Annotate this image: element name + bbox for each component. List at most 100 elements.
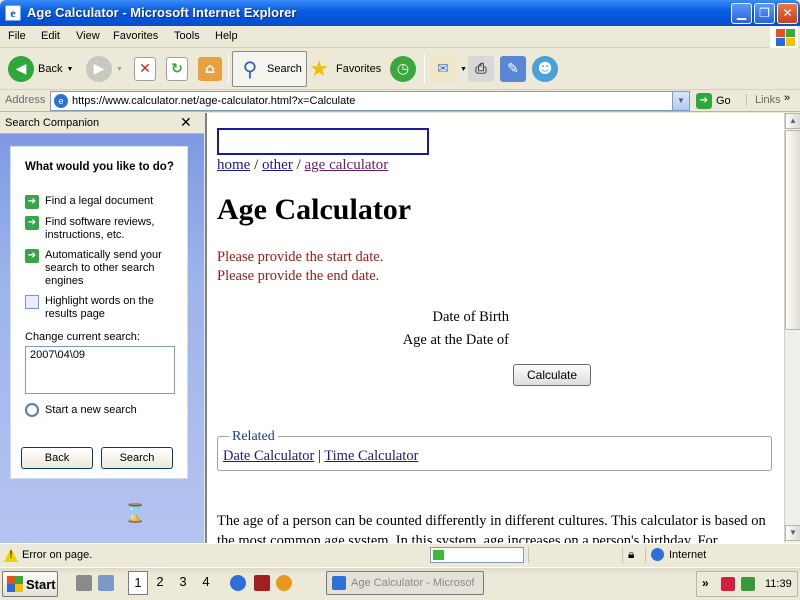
address-input[interactable]: e https://www.calculator.net/age-calcula…: [50, 91, 690, 111]
toolbar-separator: [424, 54, 425, 84]
quick-launch-icon[interactable]: [98, 575, 114, 591]
go-button[interactable]: ➔ Go: [696, 91, 731, 111]
ie-quick-launch-icon[interactable]: [230, 575, 246, 591]
site-search-input[interactable]: [217, 128, 429, 155]
home-button[interactable]: ⌂: [198, 51, 222, 87]
green-arrow-icon: ➔: [25, 195, 39, 209]
option-highlight-words[interactable]: Highlight words on the results page: [25, 295, 180, 321]
status-bar: ! Error on page. 🔒︎ Internet: [0, 543, 800, 565]
search-options-card: What would you like to do? ➔ Find a lega…: [10, 146, 188, 479]
progress-bar: [430, 547, 524, 563]
time-calculator-link[interactable]: Time Calculator: [324, 448, 418, 464]
scroll-up-icon[interactable]: ▲: [785, 113, 800, 129]
taskbar-ie-window[interactable]: Age Calculator - Microsof: [326, 571, 484, 595]
minimize-button[interactable]: ▁: [731, 3, 752, 24]
go-label: Go: [716, 95, 731, 107]
related-links: Date Calculator | Time Calculator: [223, 448, 419, 464]
search-question: What would you like to do?: [25, 161, 174, 173]
back-dropdown-icon[interactable]: ▼: [66, 66, 73, 73]
status-message[interactable]: Error on page.: [22, 549, 92, 561]
refresh-icon: ↻: [166, 57, 188, 81]
printer-icon: ⎙: [468, 56, 494, 82]
new-search-link[interactable]: Start a new search: [25, 403, 137, 417]
media-quick-launch-icon[interactable]: [254, 575, 270, 591]
virtual-desktop-4[interactable]: 4: [196, 571, 216, 595]
ie-window-icon: [332, 576, 346, 590]
breadcrumb-other-link[interactable]: other: [262, 157, 293, 173]
menu-edit[interactable]: Edit: [41, 30, 60, 42]
option-legal-document[interactable]: ➔ Find a legal document: [25, 195, 180, 209]
stop-button[interactable]: ✕: [134, 51, 156, 87]
pane-back-button[interactable]: Back: [21, 447, 93, 469]
stop-icon: ✕: [134, 57, 156, 81]
security-shield-icon[interactable]: [721, 577, 735, 591]
network-icon[interactable]: [741, 577, 755, 591]
forward-dropdown-icon[interactable]: ▼: [116, 66, 123, 73]
virtual-desktop-1[interactable]: 1: [128, 571, 148, 595]
task-label: Age Calculator - Microsof: [351, 577, 475, 589]
date-of-birth-label: Date of Birth: [432, 309, 509, 325]
vertical-scrollbar[interactable]: ▲ ▼: [784, 113, 800, 543]
messenger-button[interactable]: ☻: [532, 51, 558, 87]
internet-globe-icon: [651, 548, 664, 561]
mail-dropdown-icon[interactable]: ▼: [460, 66, 467, 73]
change-search-label: Change current search:: [25, 331, 140, 343]
start-button[interactable]: Start: [2, 571, 58, 597]
forward-button[interactable]: ▶ ▼: [86, 51, 123, 87]
back-button[interactable]: ◀ Back ▼: [8, 51, 73, 87]
back-label: Back: [38, 63, 63, 75]
breadcrumb-home-link[interactable]: home: [217, 157, 250, 173]
history-button[interactable]: ◷: [390, 51, 416, 87]
links-chevron-icon[interactable]: »: [784, 92, 790, 104]
option-software-reviews[interactable]: ➔ Find software reviews, instructions, e…: [25, 216, 180, 242]
menu-favorites[interactable]: Favorites: [113, 30, 158, 42]
warning-icon[interactable]: !: [4, 548, 18, 562]
tray-expand-icon[interactable]: »: [702, 576, 709, 590]
clock[interactable]: 11:39: [765, 578, 792, 590]
history-clock-icon: ◷: [390, 56, 416, 82]
green-arrow-icon: ➔: [25, 216, 39, 230]
lock-icon: 🔒︎: [628, 547, 635, 561]
close-button[interactable]: ✕: [777, 3, 798, 24]
refresh-button[interactable]: ↻: [166, 51, 188, 87]
show-desktop-icon[interactable]: [76, 575, 92, 591]
maximize-button[interactable]: ❐: [754, 3, 775, 24]
scroll-thumb[interactable]: [785, 130, 800, 330]
player-quick-launch-icon[interactable]: [276, 575, 292, 591]
ie-app-icon[interactable]: e: [5, 5, 21, 21]
menu-file[interactable]: File: [8, 30, 26, 42]
search-pane-title: Search Companion: [5, 117, 100, 129]
option-other-search-engines[interactable]: ➔ Automatically send your search to othe…: [25, 249, 180, 288]
menu-tools[interactable]: Tools: [174, 30, 200, 42]
menu-help[interactable]: Help: [215, 30, 238, 42]
breadcrumb-current-link[interactable]: age calculator: [305, 157, 389, 173]
favorites-button[interactable]: ★ Favorites: [306, 51, 381, 87]
forward-arrow-icon: ▶: [86, 56, 112, 82]
date-calculator-link[interactable]: Date Calculator: [223, 448, 314, 464]
ie-page-icon: e: [54, 94, 68, 108]
window-titlebar[interactable]: e Age Calculator - Microsoft Internet Ex…: [0, 0, 800, 26]
windows-logo-icon: [770, 26, 798, 48]
search-toolbar-button[interactable]: ⚲ Search: [232, 51, 307, 87]
links-label[interactable]: Links: [746, 94, 781, 106]
menu-view[interactable]: View: [76, 30, 100, 42]
address-bar: Address e https://www.calculator.net/age…: [0, 90, 800, 112]
calculate-button[interactable]: Calculate: [513, 364, 591, 386]
address-url[interactable]: https://www.calculator.net/age-calculato…: [72, 95, 355, 107]
hourglass-cursor-icon: ⌛: [124, 503, 147, 523]
mail-button[interactable]: ✉ ▼: [430, 51, 467, 87]
pane-search-button[interactable]: Search: [101, 447, 173, 469]
virtual-desktop-2[interactable]: 2: [150, 571, 170, 595]
edit-button[interactable]: ✎: [500, 51, 526, 87]
current-search-input[interactable]: 2007\04\09: [25, 346, 175, 394]
magnifier-icon: [25, 403, 39, 417]
page-title: Age Calculator: [217, 193, 412, 226]
scroll-down-icon[interactable]: ▼: [785, 525, 800, 541]
print-button[interactable]: ⎙: [468, 51, 494, 87]
taskbar: Start 1 2 3 4 Age Calculator - Microsof …: [0, 567, 800, 600]
status-divider: [645, 547, 646, 563]
toolbar-separator: [228, 54, 229, 84]
close-icon[interactable]: ✕: [180, 114, 192, 131]
address-dropdown-icon[interactable]: ▼: [672, 92, 689, 110]
virtual-desktop-3[interactable]: 3: [173, 571, 193, 595]
